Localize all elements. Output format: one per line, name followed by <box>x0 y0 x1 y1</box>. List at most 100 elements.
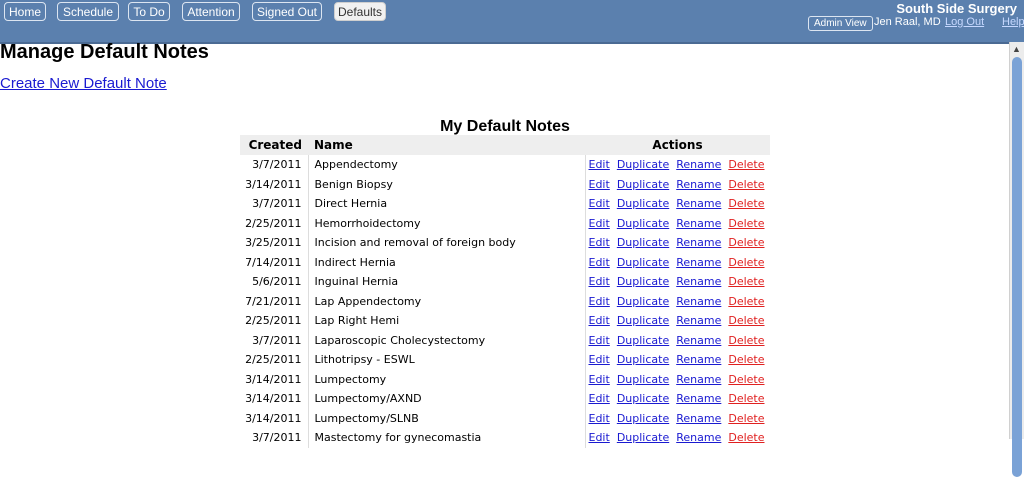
cell-actions: Edit Duplicate Rename Delete <box>585 253 770 273</box>
cell-name: Lumpectomy/AXND <box>308 389 586 409</box>
duplicate-link[interactable]: Duplicate <box>617 256 669 269</box>
delete-link[interactable]: Delete <box>728 275 764 288</box>
duplicate-link[interactable]: Duplicate <box>617 392 669 405</box>
cell-actions: Edit Duplicate Rename Delete <box>585 175 770 195</box>
rename-link[interactable]: Rename <box>676 373 721 386</box>
rename-link[interactable]: Rename <box>676 334 721 347</box>
rename-link[interactable]: Rename <box>676 431 721 444</box>
rename-link[interactable]: Rename <box>676 178 721 191</box>
cell-name: Appendectomy <box>308 155 586 175</box>
duplicate-link[interactable]: Duplicate <box>617 412 669 425</box>
rename-link[interactable]: Rename <box>676 256 721 269</box>
duplicate-link[interactable]: Duplicate <box>617 236 669 249</box>
cell-name: Mastectomy for gynecomastia <box>308 428 586 448</box>
delete-link[interactable]: Delete <box>728 158 764 171</box>
rename-link[interactable]: Rename <box>676 392 721 405</box>
rename-link[interactable]: Rename <box>676 197 721 210</box>
table-header-row: Created Name Actions <box>240 135 770 155</box>
rename-link[interactable]: Rename <box>676 412 721 425</box>
delete-link[interactable]: Delete <box>728 412 764 425</box>
tab-attention[interactable]: Attention <box>182 2 240 21</box>
duplicate-link[interactable]: Duplicate <box>617 295 669 308</box>
rename-link[interactable]: Rename <box>676 295 721 308</box>
delete-link[interactable]: Delete <box>728 197 764 210</box>
default-notes-table: Created Name Actions 3/7/2011 Appendectom… <box>240 135 770 448</box>
edit-link[interactable]: Edit <box>589 412 610 425</box>
help-link[interactable]: Help <box>1002 16 1024 28</box>
edit-link[interactable]: Edit <box>589 197 610 210</box>
default-notes-title: My Default Notes <box>440 118 570 135</box>
edit-link[interactable]: Edit <box>589 334 610 347</box>
duplicate-link[interactable]: Duplicate <box>617 275 669 288</box>
tab-defaults[interactable]: Defaults <box>334 2 386 21</box>
duplicate-link[interactable]: Duplicate <box>617 334 669 347</box>
cell-name: Lumpectomy/SLNB <box>308 408 586 428</box>
cell-actions: Edit Duplicate Rename Delete <box>585 214 770 234</box>
cell-actions: Edit Duplicate Rename Delete <box>585 350 770 370</box>
user-name: Jen Raal, MD <box>874 16 941 28</box>
rename-link[interactable]: Rename <box>676 353 721 366</box>
delete-link[interactable]: Delete <box>728 217 764 230</box>
duplicate-link[interactable]: Duplicate <box>617 197 669 210</box>
delete-link[interactable]: Delete <box>728 314 764 327</box>
edit-link[interactable]: Edit <box>589 178 610 191</box>
delete-link[interactable]: Delete <box>728 256 764 269</box>
rename-link[interactable]: Rename <box>676 275 721 288</box>
duplicate-link[interactable]: Duplicate <box>617 314 669 327</box>
rename-link[interactable]: Rename <box>676 217 721 230</box>
delete-link[interactable]: Delete <box>728 178 764 191</box>
duplicate-link[interactable]: Duplicate <box>617 158 669 171</box>
tab-to-do[interactable]: To Do <box>128 2 170 21</box>
duplicate-link[interactable]: Duplicate <box>617 217 669 230</box>
rename-link[interactable]: Rename <box>676 236 721 249</box>
cell-name: Lap Right Hemi <box>308 311 586 331</box>
cell-actions: Edit Duplicate Rename Delete <box>585 370 770 390</box>
rename-link[interactable]: Rename <box>676 158 721 171</box>
cell-actions: Edit Duplicate Rename Delete <box>585 389 770 409</box>
edit-link[interactable]: Edit <box>589 275 610 288</box>
cell-name: Indirect Hernia <box>308 252 586 272</box>
edit-link[interactable]: Edit <box>589 314 610 327</box>
up-arrow-icon[interactable]: ▲ <box>1012 44 1021 54</box>
cell-actions: Edit Duplicate Rename Delete <box>585 233 770 253</box>
logout-link[interactable]: Log Out <box>945 16 984 28</box>
cell-created: 2/25/2011 <box>240 213 309 233</box>
table-row: 2/25/2011 Lithotripsy - ESWL Edit Duplicate… <box>240 350 770 370</box>
cell-created: 7/21/2011 <box>240 291 309 311</box>
tab-home[interactable]: Home <box>4 2 46 21</box>
edit-link[interactable]: Edit <box>589 236 610 249</box>
edit-link[interactable]: Edit <box>589 217 610 230</box>
vertical-scrollbar[interactable]: ▲ <box>1009 42 1024 477</box>
create-new-default-note-link[interactable]: Create New Default Note <box>0 75 167 92</box>
edit-link[interactable]: Edit <box>589 431 610 444</box>
admin-view-button[interactable]: Admin View <box>808 16 873 31</box>
cell-actions: Edit Duplicate Rename Delete <box>585 272 770 292</box>
column-header-created: Created <box>240 135 308 155</box>
delete-link[interactable]: Delete <box>728 373 764 386</box>
cell-actions: Edit Duplicate Rename Delete <box>585 331 770 351</box>
delete-link[interactable]: Delete <box>728 431 764 444</box>
edit-link[interactable]: Edit <box>589 256 610 269</box>
delete-link[interactable]: Delete <box>728 353 764 366</box>
top-navigation-bar: Home Schedule To Do Attention Signed Out… <box>0 0 1024 44</box>
edit-link[interactable]: Edit <box>589 158 610 171</box>
tab-schedule[interactable]: Schedule <box>57 2 119 21</box>
delete-link[interactable]: Delete <box>728 334 764 347</box>
edit-link[interactable]: Edit <box>589 353 610 366</box>
cell-created: 3/14/2011 <box>240 408 309 428</box>
rename-link[interactable]: Rename <box>676 314 721 327</box>
edit-link[interactable]: Edit <box>589 373 610 386</box>
delete-link[interactable]: Delete <box>728 236 764 249</box>
table-row: 7/14/2011 Indirect Hernia Edit Duplicate Ren… <box>240 252 770 273</box>
cell-actions: Edit Duplicate Rename Delete <box>585 292 770 312</box>
delete-link[interactable]: Delete <box>728 392 764 405</box>
duplicate-link[interactable]: Duplicate <box>617 373 669 386</box>
edit-link[interactable]: Edit <box>589 295 610 308</box>
duplicate-link[interactable]: Duplicate <box>617 353 669 366</box>
duplicate-link[interactable]: Duplicate <box>617 178 669 191</box>
duplicate-link[interactable]: Duplicate <box>617 431 669 444</box>
scroll-thumb[interactable] <box>1012 57 1022 477</box>
edit-link[interactable]: Edit <box>589 392 610 405</box>
delete-link[interactable]: Delete <box>728 295 764 308</box>
tab-signed-out[interactable]: Signed Out <box>252 2 322 21</box>
